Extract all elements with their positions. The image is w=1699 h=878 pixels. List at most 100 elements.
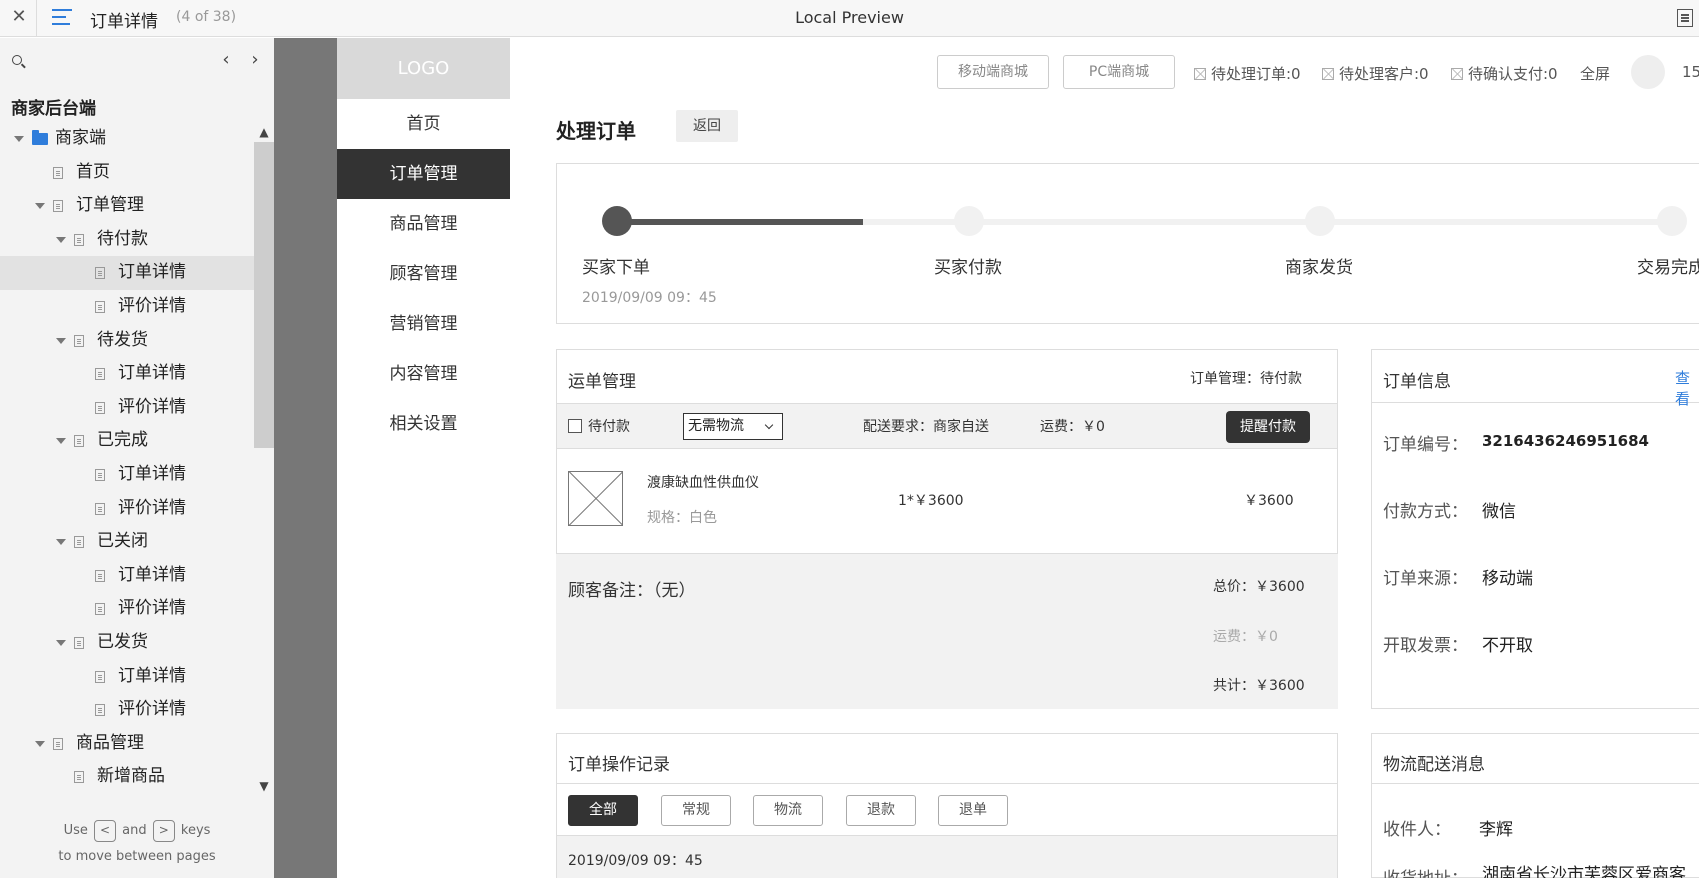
logo: LOGO: [337, 38, 510, 99]
hint-text: Use: [63, 823, 88, 838]
info-value: 3216436246951684: [1482, 432, 1649, 450]
product-name: 渡康缺血性供血仪: [647, 475, 759, 491]
expand-arrow-icon[interactable]: [56, 337, 66, 344]
expand-arrow-icon[interactable]: [56, 236, 66, 243]
hint-text: to move between pages: [58, 849, 216, 864]
mobile-mall-button[interactable]: 移动端商城: [937, 55, 1049, 89]
progress-step-label: 商家发货: [1285, 258, 1353, 278]
pending-orders-indicator[interactable]: 待处理订单:0: [1194, 63, 1301, 84]
avatar[interactable]: [1631, 55, 1665, 89]
sidebar-item[interactable]: 订单管理: [0, 189, 254, 223]
page-icon: [95, 502, 105, 515]
sidebar-item[interactable]: 已关闭: [0, 525, 254, 559]
page-icon: [74, 771, 84, 784]
order-info-title: 订单信息: [1383, 372, 1451, 392]
sidebar-item[interactable]: 待发货: [0, 324, 254, 358]
back-button[interactable]: 返回: [676, 110, 738, 142]
scroll-up-icon[interactable]: ▲: [258, 126, 270, 138]
divider: [1372, 783, 1699, 784]
product-spec: 规格：白色: [647, 510, 717, 526]
expand-arrow-icon[interactable]: [56, 639, 66, 646]
nav-item[interactable]: 内容管理: [337, 349, 510, 399]
log-time: 2019/09/09 09：45: [568, 853, 703, 869]
nav-item[interactable]: 营销管理: [337, 299, 510, 349]
progress-step-label: 买家付款: [934, 258, 1002, 278]
sidebar-item[interactable]: 待付款: [0, 223, 254, 257]
sidebar-item[interactable]: 订单详情: [0, 559, 254, 593]
sidebar-item[interactable]: 评价详情: [0, 693, 254, 727]
search-bar[interactable]: ‹ ›: [0, 38, 274, 84]
progress-step-dot: [1657, 206, 1687, 236]
sidebar-item[interactable]: 订单详情: [0, 256, 254, 290]
sidebar-item[interactable]: 已完成: [0, 424, 254, 458]
prev-page-button[interactable]: ‹: [218, 51, 234, 69]
sidebar-item[interactable]: 评价详情: [0, 391, 254, 425]
sidebar-item[interactable]: 评价详情: [0, 290, 254, 324]
view-link[interactable]: 查看: [1675, 367, 1699, 409]
sidebar-item-label: 已完成: [97, 430, 148, 451]
log-filter-tab[interactable]: 退单: [938, 795, 1008, 826]
pending-customers-indicator[interactable]: 待处理客户:0: [1322, 63, 1429, 84]
remind-payment-button[interactable]: 提醒付款: [1226, 411, 1310, 443]
sidebar-item[interactable]: 商家端: [0, 122, 254, 156]
sidebar-item[interactable]: 评价详情: [0, 592, 254, 626]
progress-fill: [617, 219, 864, 225]
log-filter-tab[interactable]: 常规: [661, 795, 731, 826]
receiver-label: 收件人：: [1383, 820, 1451, 840]
page-icon: [95, 569, 105, 582]
freight-text: 运费：￥0: [1040, 419, 1105, 435]
sidebar-item-label: 订单管理: [76, 195, 144, 216]
search-icon[interactable]: [12, 55, 22, 65]
progress-step-dot: [954, 206, 984, 236]
log-filter-tab[interactable]: 退款: [846, 795, 916, 826]
broken-image-icon: [1194, 68, 1206, 80]
pc-mall-button[interactable]: PC端商城: [1063, 55, 1175, 89]
expand-arrow-icon[interactable]: [56, 438, 66, 445]
sidebar-item-label: 首页: [76, 161, 110, 182]
fullscreen-link[interactable]: 全屏: [1580, 63, 1610, 84]
scrollbar-thumb[interactable]: [254, 142, 274, 448]
sum-freight: 运费：￥0: [1213, 629, 1278, 645]
expand-arrow-icon[interactable]: [35, 203, 45, 210]
sidebar-item-label: 评价详情: [118, 699, 186, 720]
progress-step-label: 买家下单: [582, 258, 650, 278]
page-icon: [53, 166, 63, 179]
sidebar-item[interactable]: 商品管理: [0, 727, 254, 761]
left-key-icon: <: [94, 819, 116, 842]
next-page-button[interactable]: ›: [247, 51, 263, 69]
log-filter-tab[interactable]: 全部: [568, 795, 638, 826]
logistics-select[interactable]: 无需物流: [683, 413, 783, 440]
sidebar-item[interactable]: 订单详情: [0, 660, 254, 694]
notes-icon[interactable]: [1677, 9, 1693, 27]
pending-payments-label: 待确认支付:0: [1468, 65, 1558, 83]
pages-panel: ‹ › 商家后台端 商家端 首页 订单管理 待付款 订单详情 评价详情 待发货 订单详情 评价详…: [0, 38, 274, 878]
nav-item[interactable]: 相关设置: [337, 399, 510, 449]
expand-arrow-icon[interactable]: [14, 136, 24, 142]
expand-arrow-icon[interactable]: [56, 539, 66, 546]
sidebar-item[interactable]: 新增商品: [0, 760, 254, 794]
page-icon: [95, 468, 105, 481]
pending-payment-checkbox[interactable]: [568, 419, 582, 433]
sidebar-item[interactable]: 订单详情: [0, 357, 254, 391]
page-icon: [74, 334, 84, 347]
sidebar-item[interactable]: 已发货: [0, 626, 254, 660]
nav-item[interactable]: 订单管理: [337, 149, 510, 199]
user-number: 15: [1682, 63, 1699, 81]
nav-item[interactable]: 首页: [337, 99, 510, 149]
sidebar-item[interactable]: 订单详情: [0, 458, 254, 492]
sidebar-item-label: 订单详情: [118, 262, 186, 283]
page-icon: [95, 368, 105, 381]
scroll-down-icon[interactable]: ▼: [258, 780, 270, 792]
pending-payments-indicator[interactable]: 待确认支付:0: [1451, 63, 1558, 84]
sidebar-item[interactable]: 首页: [0, 156, 254, 190]
sidebar-item-label: 订单详情: [118, 564, 186, 585]
shipping-status: 订单管理：待付款: [1190, 371, 1302, 387]
sum-total: 总价：￥3600: [1213, 579, 1305, 595]
sidebar-item[interactable]: 评价详情: [0, 492, 254, 526]
sidebar-item-label: 评价详情: [118, 396, 186, 417]
log-filter-tab[interactable]: 物流: [753, 795, 823, 826]
nav-item[interactable]: 顾客管理: [337, 249, 510, 299]
sidebar-item-label: 待付款: [97, 228, 148, 249]
expand-arrow-icon[interactable]: [35, 740, 45, 747]
nav-item[interactable]: 商品管理: [337, 199, 510, 249]
